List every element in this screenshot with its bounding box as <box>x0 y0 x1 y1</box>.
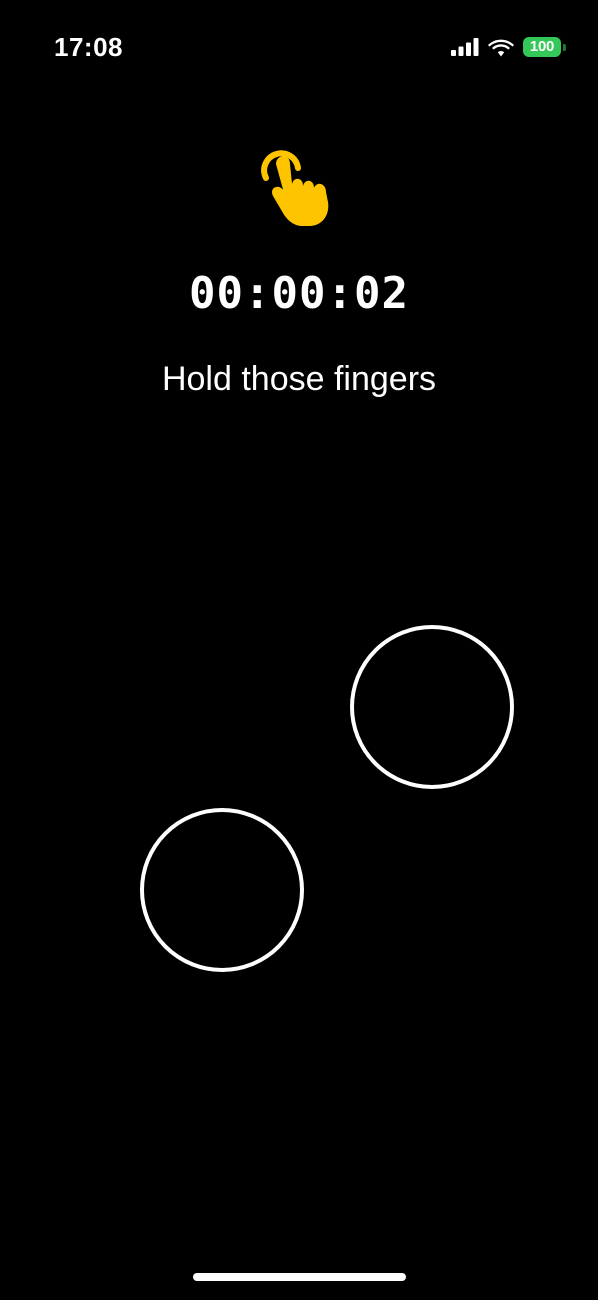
touch-point-circle[interactable] <box>350 625 514 789</box>
battery-cap <box>563 43 566 51</box>
tapping-hand-icon <box>261 150 329 226</box>
battery-level: 100 <box>523 37 561 57</box>
status-bar: 17:08 100 <box>0 0 598 90</box>
wifi-icon <box>488 39 514 56</box>
touch-point-circle[interactable] <box>140 808 304 972</box>
instruction-text: Hold those fingers <box>161 360 437 398</box>
elapsed-timer: 00:00:02 <box>189 268 409 319</box>
home-indicator[interactable] <box>193 1273 406 1281</box>
status-time: 17:08 <box>54 32 123 62</box>
battery-icon: 100 <box>523 37 566 57</box>
status-indicators: 100 <box>451 35 566 59</box>
cellular-signal-icon <box>451 38 479 56</box>
